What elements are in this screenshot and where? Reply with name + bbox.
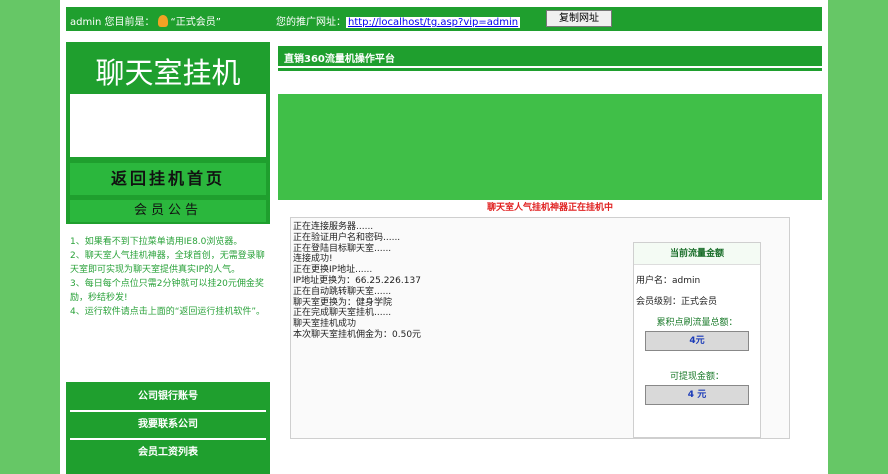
balance-panel-title: 当前流量金额 <box>634 243 760 265</box>
logo-image-area <box>70 94 266 157</box>
log-line: 连接成功! <box>293 254 333 265</box>
main-header: 直销360流量机操作平台 <box>278 46 822 66</box>
log-line: 正在更换IP地址...... <box>293 265 373 276</box>
member-badge-icon <box>157 15 168 27</box>
contact-company-button[interactable]: 我要联系公司 <box>70 412 266 438</box>
salary-list-button[interactable]: 会员工资列表 <box>70 440 266 466</box>
withdraw-amount-value: 4 元 <box>645 385 749 405</box>
status-text: 聊天室人气挂机神器正在挂机中 <box>486 203 613 213</box>
banner <box>278 94 822 200</box>
log-lines: 正在连接服务器...... 正在验证用户名和密码...... 正在登陆目标聊天室… <box>291 222 491 341</box>
copy-url-button[interactable]: 复制网址 <box>546 10 612 27</box>
notice-item: 4、运行软件请点击上面的“返回运行挂机软件”。 <box>70 307 266 317</box>
logo-title: 聊天室挂机 <box>95 56 241 90</box>
home-link[interactable]: 返回挂机首页 <box>70 163 266 195</box>
promo-url-link[interactable]: http://localhost/tg.asp?vip=admin <box>346 17 521 28</box>
log-line: 本次聊天室挂机佣金为：0.50元 <box>293 329 422 340</box>
log-line: 正在验证用户名和密码...... <box>293 232 401 243</box>
top-bar: admin 您目前是： “正式会员” 您的推广网址： http://localhos… <box>66 7 822 31</box>
total-amount-value: 4元 <box>645 331 749 351</box>
balance-panel: 当前流量金额 用户名：admin 会员级别：正式会员 累积点刷流量总额： 4元 … <box>633 242 761 438</box>
info-username: 用户名：admin <box>636 276 701 286</box>
bank-account-button[interactable]: 公司银行账号 <box>70 384 266 410</box>
notice-item: 2、聊天室人气挂机神器，全球首创，无需登录聊天室即可实现为聊天室提供真实IP的人… <box>70 251 265 275</box>
log-line: 聊天室更换为：健身学院 <box>293 297 393 308</box>
notice-list: 1、如果看不到下拉菜单请用IE8.0浏览器。 2、聊天室人气挂机神器，全球首创，… <box>66 224 270 382</box>
divider <box>278 68 822 71</box>
notice-item: 1、如果看不到下拉菜单请用IE8.0浏览器。 <box>70 237 243 247</box>
log-panel: 正在连接服务器...... 正在验证用户名和密码...... 正在登陆目标聊天室… <box>290 217 790 439</box>
withdraw-amount-label: 可提现金额： <box>669 372 724 382</box>
sidebar: 聊天室挂机 返回挂机首页 会员公告 1、如果看不到下拉菜单请用IE8.0浏览器。… <box>66 42 270 474</box>
page: admin 您目前是： “正式会员” 您的推广网址： http://localhos… <box>60 0 828 474</box>
log-line: 正在登陆目标聊天室...... <box>293 243 392 254</box>
log-line: 聊天室挂机成功 <box>293 319 357 330</box>
promo-url-row: 您的推广网址： http://localhost/tg.asp?vip=admin <box>276 13 521 28</box>
log-line: 正在完成聊天室挂机...... <box>293 308 392 319</box>
level-prefix: 您目前是： <box>104 17 155 28</box>
notice-title: 会员公告 <box>70 200 266 222</box>
notice-item: 3、每日每个点位只需2分钟就可以挂20元佣金奖励，秒结秒发! <box>70 279 264 303</box>
log-line: 正在连接服务器...... <box>293 222 374 232</box>
user-status: admin 您目前是： “正式会员” <box>70 13 221 28</box>
log-line: IP地址更换为：66.25.226.137 <box>293 275 421 286</box>
promo-label: 您的推广网址： <box>276 17 346 28</box>
total-amount-label: 累积点刷流量总额： <box>656 318 738 328</box>
member-level: “正式会员” <box>170 17 221 28</box>
username: admin <box>70 17 102 28</box>
log-line: 正在自动跳转聊天室...... <box>293 286 392 297</box>
info-member-level: 会员级别：正式会员 <box>636 297 718 307</box>
